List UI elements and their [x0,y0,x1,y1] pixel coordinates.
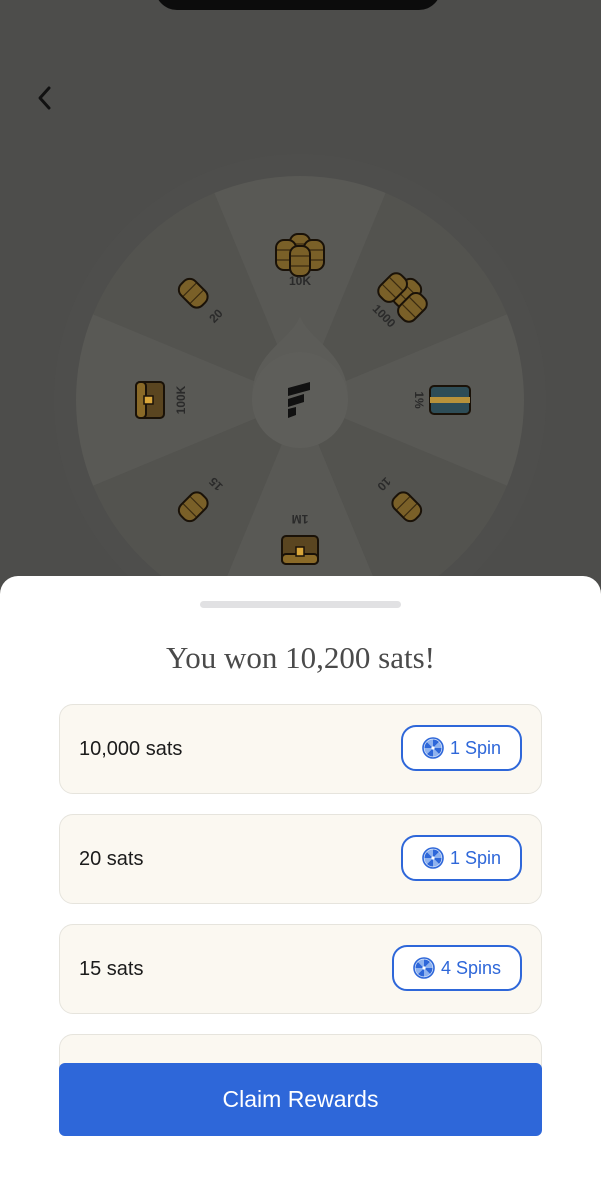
claim-rewards-button[interactable]: Claim Rewards [59,1063,542,1136]
spin-count-button[interactable]: 1 Spin [400,835,522,881]
pinwheel-icon [422,737,444,759]
prize-wheel: 10K 1000 1% 10 1M 15 100K 20 [0,0,601,600]
spin-count-button[interactable]: 1 Spin [400,725,522,771]
win-title: You won 10,200 sats! [166,640,435,675]
reward-row: 20 sats 1 Spin [59,814,542,904]
spin-count-label: 1 Spin [449,847,501,868]
treasure-chest-icon [135,381,165,419]
reward-row: 10,000 sats 1 Spin [59,704,542,794]
pinwheel-icon [413,957,435,979]
spin-count-label: 1 Spin [449,737,501,758]
spin-count-button[interactable]: 4 Spins [391,945,522,991]
reward-amount: 15 sats [79,958,144,980]
gift-card-icon [429,385,471,415]
coin-stack-icon [275,233,325,277]
wheel-segment-label: 1% [412,391,426,409]
sheet-drag-handle[interactable] [200,601,401,608]
spin-count-label: 4 Spins [440,957,501,978]
wheel-segment-label: 1M [292,512,309,526]
wheel-segment-label: 100K [174,385,188,414]
pinwheel-icon [422,847,444,869]
reward-amount: 20 sats [79,848,144,870]
reward-row: 15 sats 4 Spins [59,924,542,1014]
rewards-sheet: You won 10,200 sats! 10,000 sats 1 Spin … [0,576,601,1200]
treasure-chest-icon [281,535,319,565]
wheel-segment-label: 10K [289,274,311,288]
reward-amount: 10,000 sats [79,738,183,760]
